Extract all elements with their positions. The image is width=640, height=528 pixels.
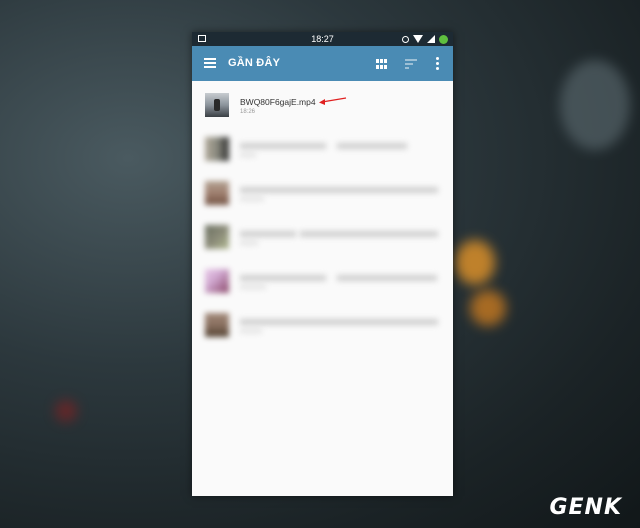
- thumbnail-figure: [214, 99, 220, 111]
- bokeh-light: [560, 60, 630, 150]
- blurred-file-name: [300, 231, 438, 237]
- status-bar: 18:27: [192, 32, 453, 46]
- app-toolbar: GẦN ĐÂY: [192, 46, 453, 81]
- blurred-file-name: [337, 143, 407, 149]
- blurred-file-time: [240, 329, 262, 333]
- genk-watermark-logo: GENK: [549, 495, 622, 520]
- video-thumbnail: [205, 181, 229, 205]
- video-thumbnail: [205, 137, 229, 161]
- wifi-icon: [413, 35, 423, 43]
- blurred-file-name: [240, 275, 326, 281]
- list-item[interactable]: BWQ80F6gajE.mp4 18:26: [192, 81, 453, 125]
- list-item[interactable]: [192, 169, 453, 213]
- list-item[interactable]: [192, 257, 453, 301]
- bokeh-light: [455, 240, 495, 285]
- list-item[interactable]: [192, 213, 453, 257]
- status-icons: [402, 32, 448, 46]
- phone-screen: 18:27 GẦN ĐÂY BWQ80F6gajE.mp4 18:26: [192, 32, 453, 496]
- video-thumbnail: [205, 225, 229, 249]
- blurred-file-time: [240, 241, 258, 245]
- blurred-file-name: [240, 187, 438, 193]
- blurred-file-name: [337, 275, 437, 281]
- file-time: 18:26: [240, 109, 256, 115]
- blurred-file-name: [240, 319, 438, 325]
- video-thumbnail: [205, 313, 229, 337]
- page-title: GẦN ĐÂY: [228, 57, 281, 69]
- red-arrow-icon: [319, 97, 347, 105]
- grid-view-icon[interactable]: [376, 59, 387, 69]
- list-item[interactable]: [192, 125, 453, 169]
- file-name: BWQ80F6gajE.mp4: [240, 97, 316, 107]
- battery-icon: [439, 34, 448, 44]
- more-options-icon[interactable]: [436, 57, 439, 70]
- blurred-file-time: [240, 153, 256, 157]
- bokeh-light: [470, 290, 506, 326]
- file-list: BWQ80F6gajE.mp4 18:26: [192, 81, 453, 345]
- blurred-file-name: [240, 231, 296, 237]
- sort-icon[interactable]: [405, 59, 417, 69]
- alarm-icon: [402, 35, 409, 43]
- list-item[interactable]: [192, 301, 453, 345]
- signal-icon: [427, 35, 435, 43]
- blurred-file-time: [240, 197, 264, 201]
- menu-icon[interactable]: [204, 58, 216, 68]
- video-thumbnail: [205, 93, 229, 117]
- video-thumbnail: [205, 269, 229, 293]
- blurred-file-time: [240, 285, 266, 289]
- bokeh-light: [55, 400, 77, 422]
- blurred-file-name: [240, 143, 326, 149]
